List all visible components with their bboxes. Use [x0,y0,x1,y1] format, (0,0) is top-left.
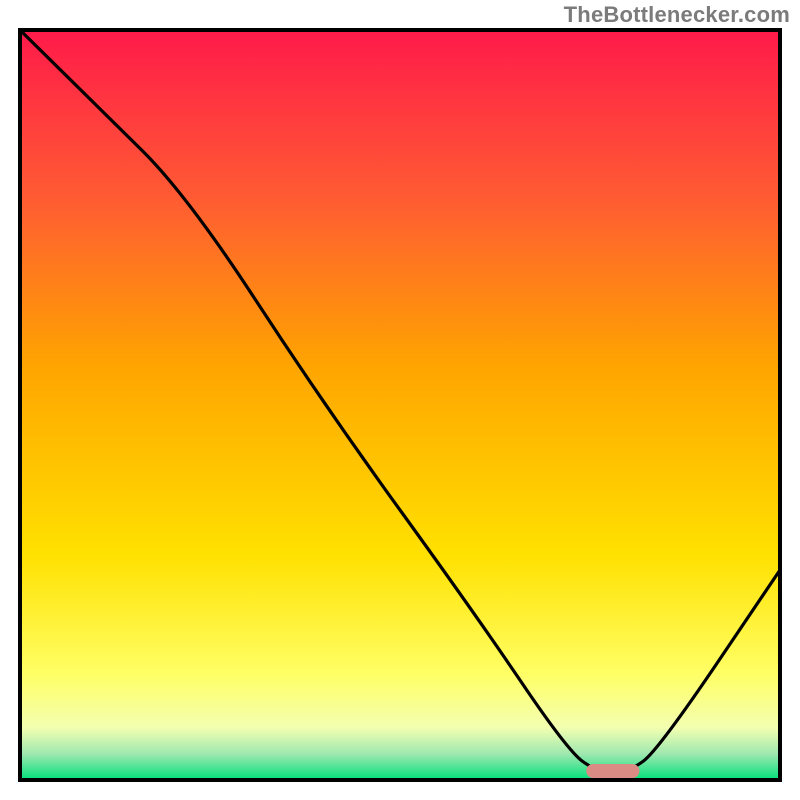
optimal-marker [586,764,639,778]
chart-container: TheBottlenecker.com [0,0,800,800]
attribution-label: TheBottlenecker.com [564,2,790,28]
bottleneck-chart [0,0,800,800]
